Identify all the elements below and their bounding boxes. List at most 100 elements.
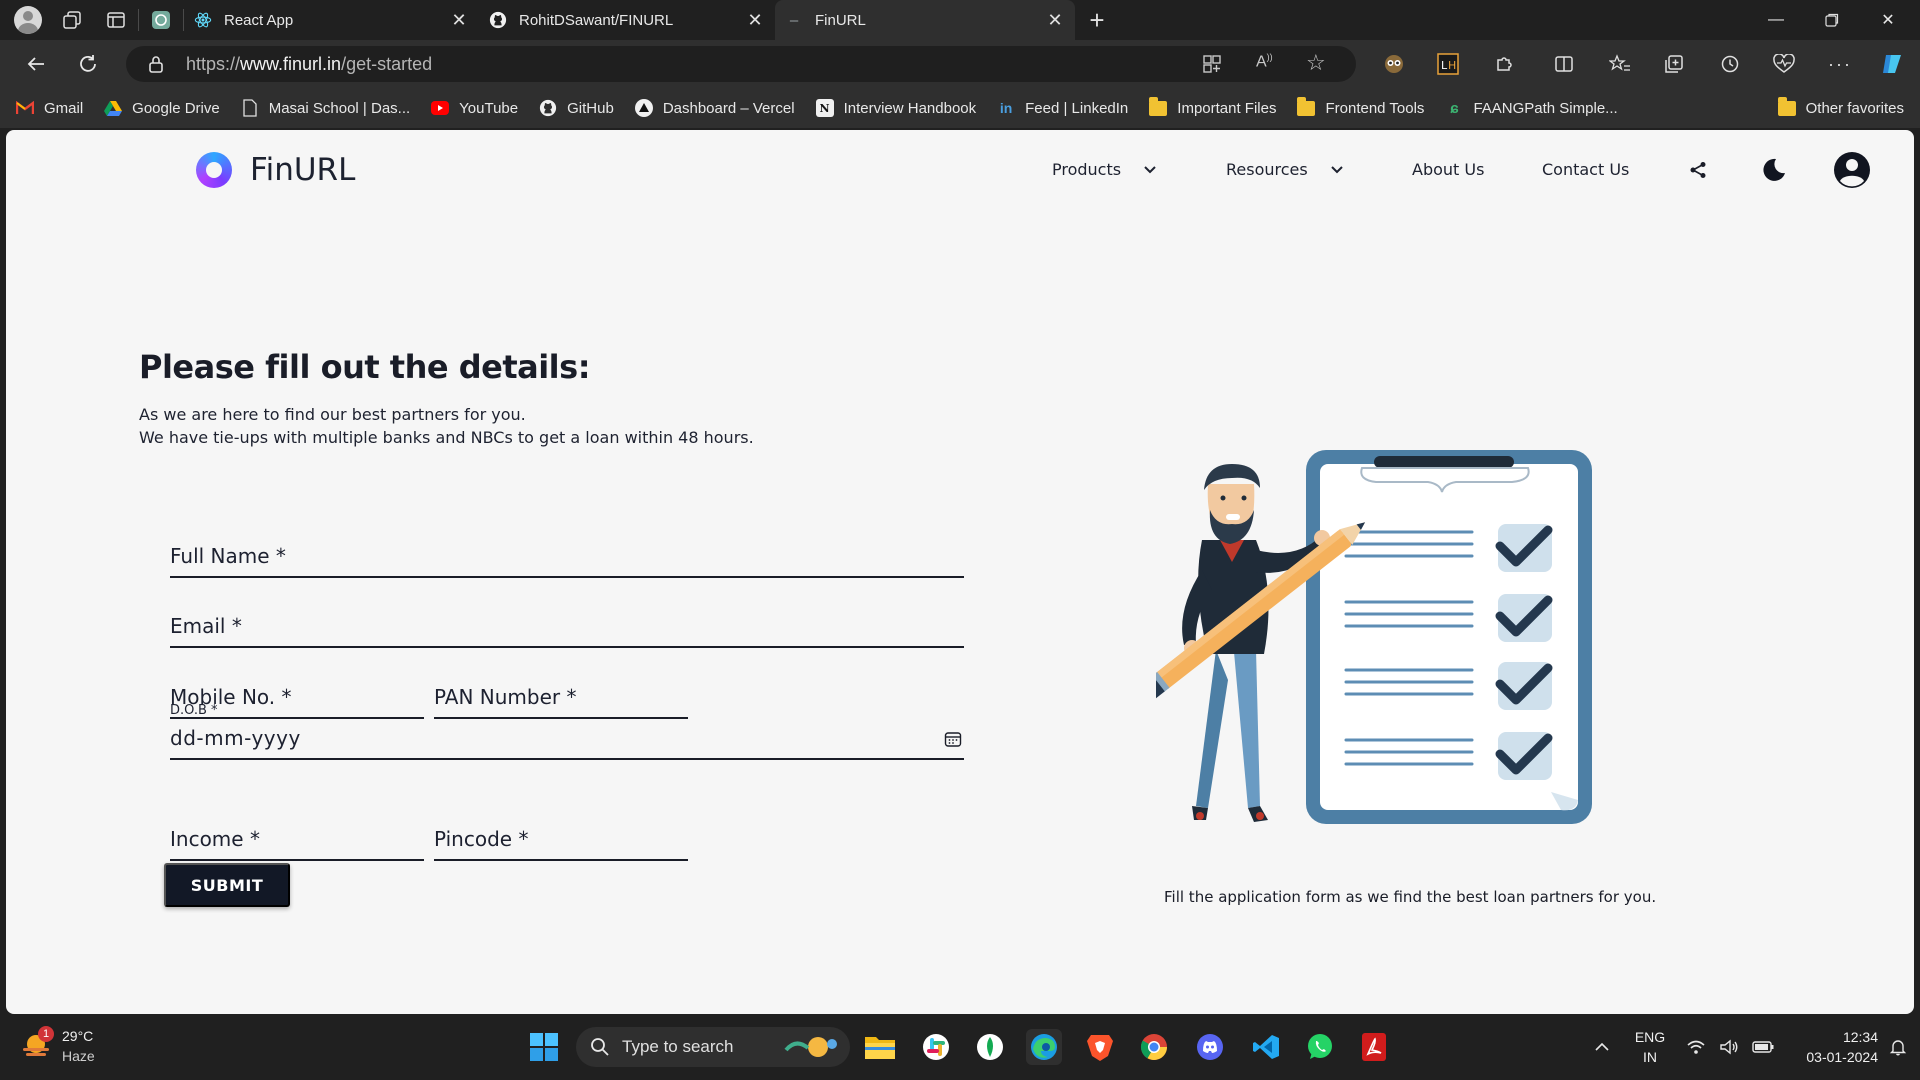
close-tab-icon[interactable]: ✕: [745, 10, 765, 31]
read-aloud-icon[interactable]: A)): [1256, 52, 1273, 71]
taskbar-edge[interactable]: [1026, 1029, 1062, 1065]
profile-button[interactable]: [6, 0, 50, 40]
tab-finurl[interactable]: – FinURL ✕: [775, 0, 1075, 40]
submit-button[interactable]: SUBMIT: [164, 863, 290, 907]
split-screen-button[interactable]: [1544, 40, 1584, 88]
taskbar-brave[interactable]: [1082, 1029, 1118, 1065]
bookmark-masai-school[interactable]: Masai School | Das...: [241, 99, 410, 117]
bookmark-youtube[interactable]: YouTube: [431, 99, 518, 117]
collections-icon: [1665, 55, 1683, 73]
taskbar-mongodb-compass[interactable]: [972, 1029, 1008, 1065]
bookmark-google-drive[interactable]: Google Drive: [104, 99, 220, 117]
full-name-field[interactable]: Full Name *: [170, 544, 964, 578]
collections-button[interactable]: [1654, 40, 1694, 88]
favorites-button[interactable]: [1600, 40, 1640, 88]
bookmark-important-files[interactable]: Important Files: [1149, 96, 1276, 117]
email-label: Email *: [170, 614, 242, 638]
taskbar-chrome[interactable]: [1136, 1029, 1172, 1065]
taskbar-whatsapp[interactable]: [1302, 1029, 1338, 1065]
close-tab-icon[interactable]: ✕: [1045, 10, 1065, 31]
refresh-button[interactable]: [62, 40, 114, 88]
favorite-star-icon[interactable]: ☆: [1306, 50, 1326, 76]
bookmark-label: Masai School | Das...: [268, 99, 411, 117]
history-button[interactable]: [1710, 40, 1750, 88]
taskbar-slack[interactable]: [918, 1029, 954, 1065]
bookmark-github[interactable]: GitHub: [539, 99, 614, 117]
pan-number-label: PAN Number *: [434, 685, 577, 709]
calendar-icon[interactable]: [944, 730, 962, 748]
new-tab-button[interactable]: +: [1075, 0, 1119, 40]
folder-icon: [1149, 96, 1168, 117]
page-icon: [241, 99, 259, 117]
clock[interactable]: 12:34 03-01-2024: [1782, 1027, 1878, 1067]
bookmark-gmail[interactable]: Gmail: [16, 99, 83, 117]
url-field[interactable]: https://www.finurl.in/get-started A)) ☆: [126, 46, 1356, 82]
svg-text:L: L: [1441, 59, 1448, 72]
back-arrow-icon: [27, 57, 44, 71]
nav-label: Contact Us: [1542, 160, 1630, 179]
dark-mode-toggle[interactable]: [1754, 150, 1794, 190]
language-indicator[interactable]: ENG IN: [1628, 1027, 1672, 1067]
browser-essentials-button[interactable]: [1764, 40, 1804, 88]
nav-products[interactable]: Products: [1052, 160, 1157, 179]
weather-widget[interactable]: 1 29°C Haze: [20, 1026, 95, 1066]
restore-button[interactable]: [1804, 0, 1860, 40]
network-status[interactable]: [1680, 1029, 1780, 1065]
copilot-icon: [1883, 55, 1901, 73]
tab-github-finurl[interactable]: RohitDSawant/FINURL ✕: [479, 0, 775, 40]
tab-actions-button[interactable]: [94, 0, 138, 40]
notification-badge: 1: [38, 1026, 54, 1042]
account-button[interactable]: [1832, 150, 1872, 190]
github-icon: [489, 11, 507, 29]
email-field[interactable]: Email *: [170, 614, 964, 648]
pincode-field[interactable]: Pincode *: [434, 827, 688, 861]
workspaces-button[interactable]: [50, 0, 94, 40]
minimize-button[interactable]: —: [1748, 0, 1804, 40]
refresh-icon: [80, 55, 96, 72]
pinned-tab-chatgpt[interactable]: [139, 0, 183, 40]
settings-more-button[interactable]: ···: [1820, 40, 1860, 88]
nav-contact-us[interactable]: Contact Us: [1542, 160, 1629, 179]
taskbar-file-explorer[interactable]: [862, 1029, 898, 1065]
taskbar-acrobat[interactable]: [1356, 1029, 1392, 1065]
taskbar-search[interactable]: Type to search: [576, 1027, 850, 1067]
nav-resources[interactable]: Resources: [1226, 160, 1344, 179]
bookmarks-bar: Gmail Google Drive Masai School | Das...…: [0, 88, 1920, 128]
lock-icon[interactable]: [148, 55, 164, 73]
copilot-button[interactable]: [1872, 40, 1912, 88]
income-field[interactable]: Income *: [170, 827, 424, 861]
close-tab-icon[interactable]: ✕: [449, 10, 469, 31]
share-icon: [1690, 162, 1706, 178]
url-prefix: https://: [186, 53, 241, 74]
battery-icon: [1751, 1041, 1774, 1053]
site-logo[interactable]: FinURL: [196, 152, 355, 188]
nav-about-us[interactable]: About Us: [1412, 160, 1484, 179]
taskbar-discord[interactable]: [1192, 1029, 1228, 1065]
dob-input[interactable]: dd-mm-yyyy: [170, 726, 964, 760]
notification-center-button[interactable]: [1880, 1029, 1916, 1065]
bookmark-other-favorites[interactable]: Other favorites: [1777, 96, 1904, 117]
extension-lighthouse-button[interactable]: LH: [1428, 40, 1468, 88]
share-button[interactable]: [1678, 150, 1718, 190]
temperature: 29°C: [62, 1028, 94, 1044]
plus-icon: +: [1089, 4, 1105, 35]
taskbar-vscode[interactable]: [1248, 1029, 1284, 1065]
bookmark-vercel[interactable]: Dashboard – Vercel: [634, 99, 795, 117]
whatsapp-icon: [1308, 1034, 1332, 1059]
clock-date: 03-01-2024: [1806, 1049, 1878, 1065]
back-button[interactable]: [10, 40, 62, 88]
folder-icon: [1777, 96, 1796, 117]
pan-number-field[interactable]: PAN Number *: [434, 685, 688, 719]
close-window-button[interactable]: ✕: [1860, 0, 1916, 40]
bookmark-faangpath[interactable]: ɕ FAANGPath Simple...: [1445, 99, 1617, 117]
extensions-button[interactable]: [1484, 40, 1524, 88]
tab-react-app[interactable]: React App ✕: [184, 0, 479, 40]
extension-owl-button[interactable]: [1374, 40, 1414, 88]
bookmark-linkedin[interactable]: in Feed | LinkedIn: [997, 99, 1128, 117]
nav-label: Resources: [1226, 160, 1308, 179]
bookmark-frontend-tools[interactable]: Frontend Tools: [1297, 96, 1424, 117]
bookmark-interview-handbook[interactable]: N Interview Handbook: [815, 99, 976, 117]
app-available-icon[interactable]: [1202, 54, 1222, 79]
show-hidden-icons-button[interactable]: [1584, 1029, 1620, 1065]
start-button[interactable]: [526, 1029, 562, 1065]
